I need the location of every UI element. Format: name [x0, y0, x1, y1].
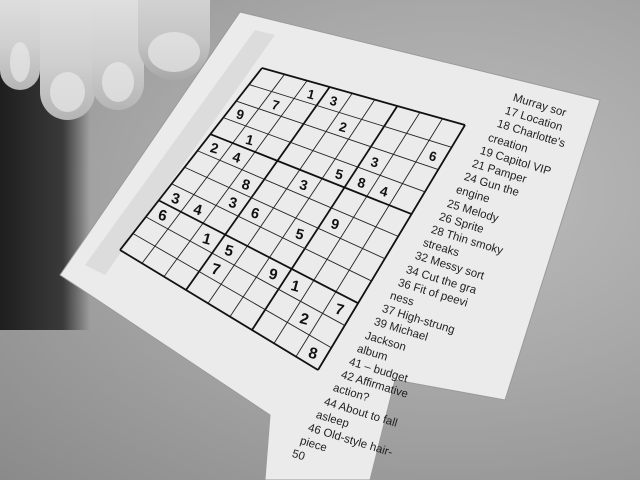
photo-scene: 137269315842438936534615917728 Murray so… — [0, 0, 640, 480]
sudoku-cutout: 1 37269315 8 42438936534615917728 — [59, 11, 601, 480]
